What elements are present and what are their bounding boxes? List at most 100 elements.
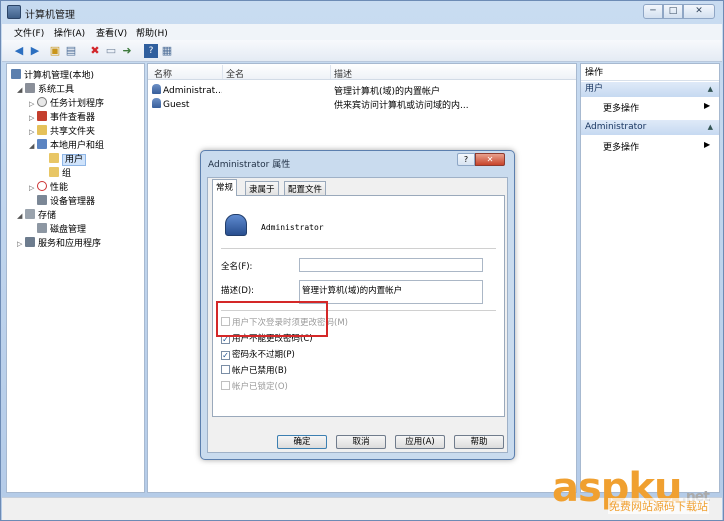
fullname-input[interactable] <box>299 258 483 272</box>
username-label: Administrator <box>261 223 324 232</box>
actions-group-users-label: 用户 <box>585 84 604 94</box>
tree-local-users-groups[interactable]: ◢ 本地用户和组 <box>29 138 104 151</box>
tree-system-tools-label: 系统工具 <box>38 85 75 95</box>
actions-group-administrator[interactable]: Administrator ▲ <box>581 120 719 135</box>
account-locked-checkbox[interactable]: 帐户已锁定(O) <box>221 380 288 392</box>
tree-local-users-label: 本地用户和组 <box>50 141 105 151</box>
minimize-button[interactable]: ─ <box>643 4 663 19</box>
tree-groups[interactable]: 组 <box>49 166 71 179</box>
expand-arrow-icon[interactable]: ▷ <box>17 240 25 248</box>
tree-users-label: 用户 <box>62 154 87 166</box>
maximize-button[interactable]: □ <box>663 4 683 19</box>
actions-pane: 操作 用户 ▲ 更多操作 ▶ Administrator ▲ 更多操作 ▶ <box>580 63 720 493</box>
back-arrow-icon[interactable]: ◀ <box>12 44 26 58</box>
tree-task-scheduler[interactable]: ▷ 任务计划程序 <box>29 96 104 109</box>
tree-shared-folders[interactable]: ▷ 共享文件夹 <box>29 124 95 137</box>
disk-icon <box>37 223 47 233</box>
dialog-help-button[interactable]: ? <box>457 153 475 166</box>
more-actions-users[interactable]: 更多操作 ▶ <box>603 101 710 114</box>
checkbox-box[interactable] <box>221 365 230 374</box>
column-divider[interactable] <box>222 65 223 79</box>
table-row[interactable]: Administrat... 管理计算机(域)的内置帐户 <box>148 82 576 97</box>
services-icon <box>25 237 35 247</box>
close-button[interactable]: ✕ <box>683 4 715 19</box>
user-icon <box>152 84 161 94</box>
more-actions-label: 更多操作 <box>603 104 640 114</box>
tree-event-viewer[interactable]: ▷ 事件查看器 <box>29 110 95 123</box>
navigation-tree: 计算机管理(本地) ◢ 系统工具 ▷ 任务计划程序 ▷ 事件查看器 ▷ 共享文件夹 ◢ 本… <box>6 63 145 493</box>
collapse-arrow-icon[interactable]: ◢ <box>17 212 25 220</box>
expand-arrow-icon[interactable]: ▷ <box>29 114 37 122</box>
menu-bar: 文件(F) 操作(A) 查看(V) 帮助(H) <box>2 24 722 40</box>
checkmark-icon[interactable]: ✓ <box>221 351 230 360</box>
tree-users[interactable]: 用户 <box>49 152 87 166</box>
tree-disk-management-label: 磁盘管理 <box>50 225 87 235</box>
collapse-up-icon[interactable]: ▲ <box>708 120 713 135</box>
up-folder-icon[interactable]: ▣ <box>48 44 62 58</box>
expand-arrow-icon[interactable]: ▷ <box>29 128 37 136</box>
help-button[interactable]: 帮助 <box>454 435 504 449</box>
tab-profile[interactable]: 配置文件 <box>284 181 327 195</box>
device-manager-icon <box>37 195 47 205</box>
expand-arrow-icon[interactable]: ▷ <box>29 100 37 108</box>
column-header-row: 名称 全名 描述 <box>148 64 576 80</box>
menu-view[interactable]: 查看(V) <box>96 26 127 39</box>
tree-shared-folders-label: 共享文件夹 <box>50 127 96 137</box>
console-icon[interactable]: ▦ <box>160 44 174 58</box>
toolbar: ◀ ▶ ▣ ▤ ✖ ▭ ➜ ? ▦ <box>2 40 722 62</box>
menu-help[interactable]: 帮助(H) <box>136 26 168 39</box>
cancel-button[interactable]: 取消 <box>336 435 386 449</box>
delete-icon[interactable]: ✖ <box>88 44 102 58</box>
tab-member-of[interactable]: 隶属于 <box>245 181 279 195</box>
tree-groups-label: 组 <box>62 169 72 179</box>
row-name-text: Guest <box>163 100 190 110</box>
more-actions-label: 更多操作 <box>603 143 640 153</box>
checkbox-label: 帐户已禁用(B) <box>232 366 287 376</box>
collapse-arrow-icon[interactable]: ◢ <box>29 142 37 150</box>
show-hide-tree-icon[interactable]: ▤ <box>64 44 78 58</box>
tree-device-manager[interactable]: 设备管理器 <box>37 194 95 207</box>
tree-disk-management[interactable]: 磁盘管理 <box>37 222 86 235</box>
ok-button[interactable]: 确定 <box>277 435 327 449</box>
actions-group-users[interactable]: 用户 ▲ <box>581 82 719 97</box>
tree-device-manager-label: 设备管理器 <box>50 197 96 207</box>
checkbox-box[interactable] <box>221 381 230 390</box>
tree-performance[interactable]: ▷ 性能 <box>29 180 68 193</box>
column-divider[interactable] <box>330 65 331 79</box>
column-description[interactable]: 描述 <box>334 67 352 80</box>
apply-button[interactable]: 应用(A) <box>395 435 445 449</box>
storage-icon <box>25 209 35 219</box>
watermark-tagline: 免费网站源码下载站 <box>608 498 709 514</box>
row-description: 供来宾访问计算机或访问域的内... <box>334 101 469 111</box>
folder-icon <box>49 167 59 177</box>
column-name[interactable]: 名称 <box>154 67 172 80</box>
menu-action[interactable]: 操作(A) <box>54 26 85 39</box>
tree-root[interactable]: 计算机管理(本地) <box>11 68 94 81</box>
more-actions-administrator[interactable]: 更多操作 ▶ <box>603 140 710 153</box>
tab-general[interactable]: 常规 <box>212 179 238 196</box>
event-viewer-icon <box>37 111 47 121</box>
tree-services[interactable]: ▷ 服务和应用程序 <box>17 236 101 249</box>
row-name: Administrat... <box>152 84 222 96</box>
tree-services-label: 服务和应用程序 <box>38 239 102 249</box>
tree-storage[interactable]: ◢ 存储 <box>17 208 56 221</box>
password-never-expires-checkbox[interactable]: ✓ 密码永不过期(P) <box>221 348 295 360</box>
forward-arrow-icon[interactable]: ▶ <box>28 44 42 58</box>
collapse-arrow-icon[interactable]: ◢ <box>17 86 25 94</box>
collapse-up-icon[interactable]: ▲ <box>708 82 713 97</box>
submenu-arrow-icon: ▶ <box>704 101 711 110</box>
expand-arrow-icon[interactable]: ▷ <box>29 184 37 192</box>
tree-system-tools[interactable]: ◢ 系统工具 <box>17 82 74 95</box>
menu-file[interactable]: 文件(F) <box>14 26 44 39</box>
user-icon <box>152 98 161 108</box>
table-row[interactable]: Guest 供来宾访问计算机或访问域的内... <box>148 96 576 111</box>
help-icon[interactable]: ? <box>144 44 158 58</box>
column-fullname[interactable]: 全名 <box>226 67 244 80</box>
tools-icon <box>25 83 35 93</box>
dialog-close-button[interactable]: ✕ <box>475 153 505 166</box>
folder-icon <box>49 153 59 163</box>
properties-icon[interactable]: ▭ <box>104 44 118 58</box>
account-disabled-checkbox[interactable]: 帐户已禁用(B) <box>221 364 287 376</box>
checkbox-label: 帐户已锁定(O) <box>232 382 288 392</box>
export-icon[interactable]: ➜ <box>120 44 134 58</box>
